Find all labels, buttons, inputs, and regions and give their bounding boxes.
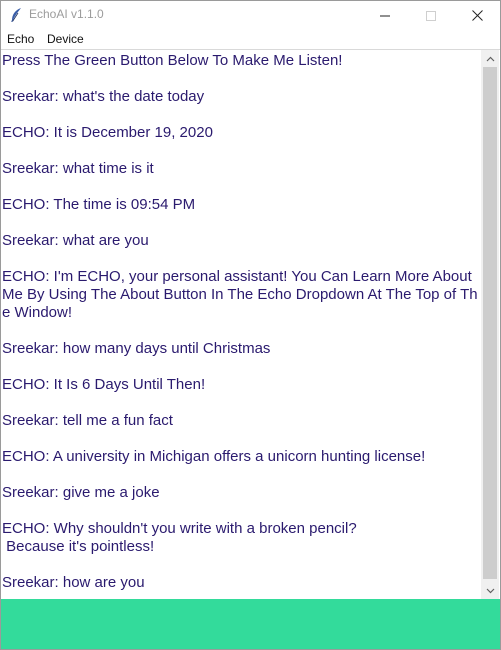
chat-message: Sreekar: what are you (2, 232, 149, 249)
chat-message: ECHO: A university in Michigan offers a … (2, 448, 426, 465)
maximize-icon (426, 10, 436, 21)
listen-button[interactable] (1, 599, 500, 649)
feather-icon (9, 7, 23, 23)
chat-message: ECHO: I'm ECHO, your personal assistant!… (2, 268, 478, 321)
chat-message: Sreekar: give me a joke (2, 484, 160, 501)
scrollbar-thumb[interactable] (483, 67, 497, 579)
chat-message: ECHO: It is December 19, 2020 (2, 124, 213, 141)
chat-message: Sreekar: how are you (2, 574, 145, 591)
chat-message: Sreekar: tell me a fun fact (2, 412, 173, 429)
chat-message: ECHO: It Is 6 Days Until Then! (2, 376, 206, 393)
scroll-down-arrow-icon[interactable] (481, 582, 499, 599)
minimize-button[interactable] (362, 1, 408, 30)
menu-bar: Echo Device (1, 30, 500, 50)
menu-device[interactable]: Device (47, 32, 84, 46)
title-bar[interactable]: EchoAI v1.1.0 (1, 1, 500, 30)
chat-message: ECHO: The time is 09:54 PM (2, 196, 196, 213)
chat-message: Press The Green Button Below To Make Me … (2, 52, 343, 69)
vertical-scrollbar[interactable] (481, 50, 499, 599)
close-icon (471, 10, 483, 21)
close-button[interactable] (454, 1, 500, 30)
app-window: EchoAI v1.1.0 Echo Device Press The Gree… (0, 0, 501, 650)
chat-log[interactable]: Press The Green Button Below To Make Me … (1, 50, 481, 599)
window-title: EchoAI v1.1.0 (29, 7, 104, 21)
minimize-icon (380, 15, 390, 16)
chat-message: Sreekar: how many days until Christmas (2, 340, 271, 357)
menu-echo[interactable]: Echo (7, 32, 34, 46)
scroll-up-arrow-icon[interactable] (481, 50, 499, 67)
chat-message: Sreekar: what's the date today (2, 88, 205, 105)
chat-message: ECHO: Why shouldn't you write with a bro… (2, 520, 357, 555)
maximize-button[interactable] (408, 1, 454, 30)
chat-message: Sreekar: what time is it (2, 160, 154, 177)
